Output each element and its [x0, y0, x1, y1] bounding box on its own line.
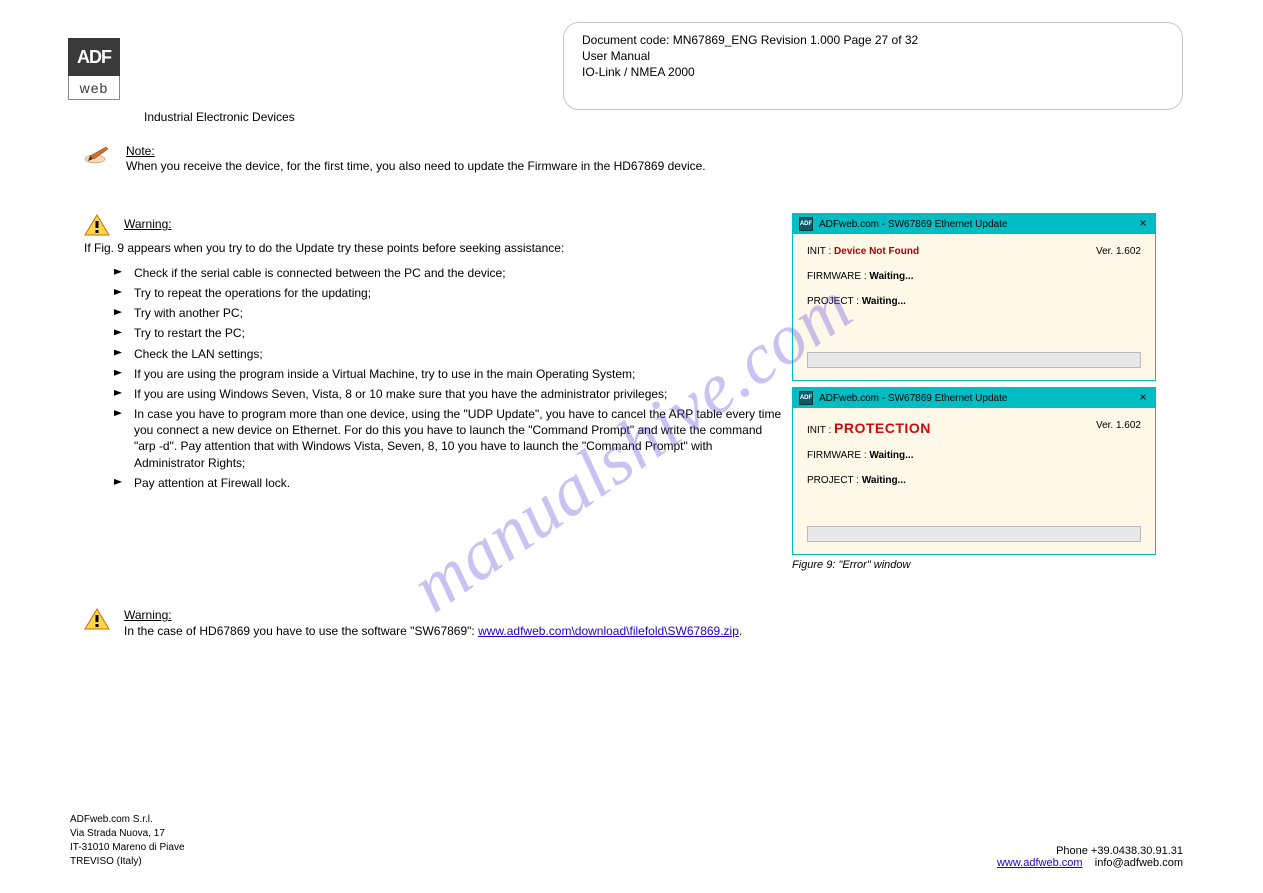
logo-bot: web	[80, 80, 109, 96]
app-icon: ADF	[799, 391, 813, 405]
footer-email: info@adfweb.com	[1095, 857, 1183, 869]
project-key: PROJECT :	[807, 296, 859, 307]
warning2-section: Warning: In the case of HD67869 you have…	[84, 608, 1164, 640]
progress-bar	[807, 526, 1141, 542]
pencil-icon	[84, 144, 112, 164]
note-body: When you receive the device, for the fir…	[126, 158, 706, 174]
list-item: Pay attention at Firewall lock.	[114, 475, 784, 491]
list-item: Try with another PC;	[114, 305, 784, 321]
window-title: ADFweb.com - SW67869 Ethernet Update	[819, 219, 1007, 230]
list-item: If you are using the program inside a Vi…	[114, 366, 784, 382]
firmware-key: FIRMWARE :	[807, 450, 867, 461]
progress-bar	[807, 352, 1141, 368]
warning-icon	[84, 214, 112, 234]
figure-caption: Figure 9: "Error" window	[792, 559, 910, 571]
list-item: In case you have to program more than on…	[114, 406, 784, 471]
doc-code: Document code: MN67869_ENG Revision 1.00…	[582, 33, 1164, 47]
warning1-lead: If Fig. 9 appears when you try to do the…	[84, 240, 784, 257]
footer-phone: Phone +39.0438.30.91.31	[997, 845, 1183, 857]
footer-address3: TREVISO (Italy)	[70, 855, 185, 869]
list-item: Try to restart the PC;	[114, 325, 784, 341]
footer: ADFweb.com S.r.l. Via Strada Nuova, 17 I…	[70, 813, 1183, 869]
titlebar: ADF ADFweb.com - SW67869 Ethernet Update…	[793, 214, 1155, 234]
version-label: Ver. 1.602	[1096, 246, 1141, 257]
warning1-list: Check if the serial cable is connected b…	[114, 265, 784, 491]
footer-address1: Via Strada Nuova, 17	[70, 827, 185, 841]
warning-icon	[84, 608, 112, 628]
doc-header-box: Document code: MN67869_ENG Revision 1.00…	[563, 22, 1183, 110]
footer-url[interactable]: www.adfweb.com	[997, 857, 1083, 869]
list-item: Check if the serial cable is connected b…	[114, 265, 784, 281]
close-icon[interactable]: ×	[1135, 390, 1151, 406]
doc-subheader: Industrial Electronic Devices	[144, 110, 295, 124]
init-key: INIT :	[807, 425, 831, 436]
list-item: If you are using Windows Seven, Vista, 8…	[114, 386, 784, 402]
warning1-section: Warning: If Fig. 9 appears when you try …	[84, 214, 784, 495]
init-value: PROTECTION	[834, 420, 931, 436]
update-window-2: ADF ADFweb.com - SW67869 Ethernet Update…	[792, 387, 1156, 555]
firmware-key: FIRMWARE :	[807, 271, 867, 282]
init-value: Device Not Found	[834, 246, 919, 257]
download-link[interactable]: www.adfweb.com\download\filefold\SW67869…	[478, 624, 739, 638]
warning2-label: Warning:	[124, 608, 172, 622]
footer-address2: IT-31010 Mareno di Piave	[70, 841, 185, 855]
note-section: Note: When you receive the device, for t…	[84, 144, 784, 174]
doc-subtitle: IO-Link / NMEA 2000	[582, 65, 1164, 79]
logo-top: ADF	[77, 47, 111, 68]
footer-company: ADFweb.com S.r.l.	[70, 813, 185, 827]
firmware-value: Waiting...	[869, 271, 913, 282]
project-key: PROJECT :	[807, 475, 859, 486]
firmware-value: Waiting...	[869, 450, 913, 461]
list-item: Check the LAN settings;	[114, 346, 784, 362]
list-item: Try to repeat the operations for the upd…	[114, 285, 784, 301]
app-icon: ADF	[799, 217, 813, 231]
version-label: Ver. 1.602	[1096, 420, 1141, 431]
init-key: INIT :	[807, 246, 831, 257]
update-window-1: ADF ADFweb.com - SW67869 Ethernet Update…	[792, 213, 1156, 381]
warning2-body-post: .	[739, 624, 742, 638]
warning1-label: Warning:	[124, 217, 172, 231]
note-label: Note:	[126, 144, 155, 158]
project-value: Waiting...	[862, 475, 906, 486]
doc-title: User Manual	[582, 49, 1164, 63]
titlebar: ADF ADFweb.com - SW67869 Ethernet Update…	[793, 388, 1155, 408]
window-title: ADFweb.com - SW67869 Ethernet Update	[819, 393, 1007, 404]
close-icon[interactable]: ×	[1135, 216, 1151, 232]
project-value: Waiting...	[862, 296, 906, 307]
adfweb-logo: ADF web	[68, 38, 120, 100]
warning2-body-pre: In the case of HD67869 you have to use t…	[124, 624, 478, 638]
